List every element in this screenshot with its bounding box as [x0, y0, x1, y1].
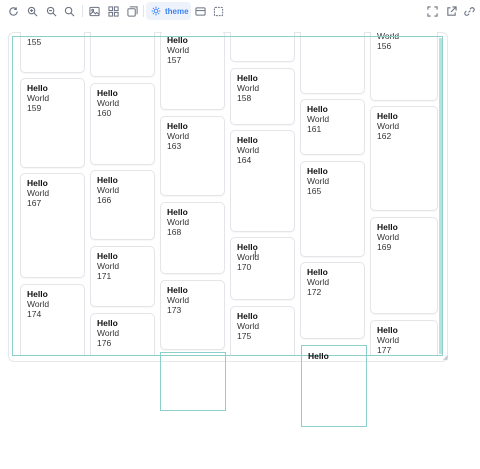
sun-icon	[151, 6, 161, 16]
card-number: 159	[27, 103, 42, 113]
masonry-card[interactable]: Hello World 158	[230, 68, 295, 125]
masonry-card[interactable]: Hello World 173	[160, 280, 225, 350]
card-number: 175	[237, 331, 252, 341]
masonry-card[interactable]: Hello World 170	[230, 237, 295, 300]
masonry-card[interactable]: Hello World 169	[370, 217, 438, 314]
toolbar-divider	[143, 5, 144, 17]
card-number: 162	[377, 131, 392, 141]
masonry-card[interactable]: Hello World 161	[300, 99, 365, 155]
masonry-card[interactable]: Hello World 166	[90, 170, 155, 240]
masonry-card[interactable]: Hello World 168	[160, 202, 225, 274]
masonry-card[interactable]: Hello World 171	[90, 246, 155, 307]
card-number: 165	[307, 186, 322, 196]
theme-label: theme	[165, 6, 189, 16]
card-number: 166	[97, 195, 112, 205]
card-number: 174	[27, 309, 42, 319]
masonry-card[interactable]: Hello World 175	[230, 306, 295, 356]
card-number: 169	[377, 242, 392, 252]
zoom-out-icon[interactable]	[44, 4, 58, 18]
panel-icon[interactable]	[193, 4, 207, 18]
masonry-viewport[interactable]: 155 Hello World 159 Hello World 167 Hell…	[19, 32, 443, 356]
masonry-card[interactable]: Hello World 164	[230, 130, 295, 232]
card-number: 171	[97, 271, 112, 281]
masonry-card[interactable]: Hello World 157	[160, 32, 225, 110]
card-number: 161	[307, 124, 322, 134]
layers-icon[interactable]	[125, 4, 139, 18]
masonry-card[interactable]: Hello World 167	[20, 173, 85, 278]
theme-button[interactable]: theme	[146, 2, 191, 20]
masonry-card[interactable]: 155	[20, 32, 85, 73]
refresh-icon[interactable]	[6, 4, 20, 18]
open-external-icon[interactable]	[444, 4, 458, 18]
card-number: 157	[167, 55, 182, 65]
masonry-card[interactable]	[230, 32, 295, 62]
text-cursor-icon: I	[254, 249, 257, 259]
masonry-card[interactable]: Hello World 177	[370, 320, 438, 356]
masonry-card[interactable]: Hello World 176	[90, 313, 155, 356]
masonry-card[interactable]: World 156	[370, 32, 438, 101]
card-number: 173	[167, 305, 182, 315]
masonry-card[interactable]: Hello World 172	[300, 262, 365, 339]
masonry-card[interactable]: Hello World 159	[20, 78, 85, 168]
zoom-reset-icon[interactable]	[62, 4, 76, 18]
card-number: 164	[237, 155, 252, 165]
card-number: 167	[27, 198, 42, 208]
masonry-card[interactable]: Hello World 160	[90, 83, 155, 165]
card-number: 168	[167, 227, 182, 237]
card-number: 158	[237, 93, 252, 103]
masonry-card[interactable]: Hello World 165	[300, 161, 365, 257]
card-number: 177	[377, 345, 392, 355]
box-icon[interactable]	[211, 4, 225, 18]
overflow-card-title: Hello	[308, 351, 329, 361]
card-number: 160	[97, 108, 112, 118]
zoom-in-icon[interactable]	[25, 4, 39, 18]
card-number: 156	[377, 41, 392, 51]
toolbar: theme	[0, 0, 480, 22]
masonry-card[interactable]: Hello World 162	[370, 106, 438, 211]
image-icon[interactable]	[87, 4, 101, 18]
masonry-card[interactable]	[90, 32, 155, 77]
card-number: 176	[97, 338, 112, 348]
card-number: 155	[27, 37, 42, 47]
link-icon[interactable]	[462, 4, 476, 18]
overflow-placeholder	[160, 352, 226, 411]
card-number: 172	[307, 287, 322, 297]
fullscreen-icon[interactable]	[425, 4, 439, 18]
card-number: 170	[237, 262, 252, 272]
resize-handle-icon[interactable]: ◢	[443, 355, 448, 361]
grid-icon[interactable]	[106, 4, 120, 18]
masonry-card[interactable]	[300, 32, 365, 94]
toolbar-divider	[82, 5, 83, 17]
masonry-card[interactable]: Hello World 163	[160, 116, 225, 196]
masonry-card[interactable]: Hello World 174	[20, 284, 85, 356]
card-number: 163	[167, 141, 182, 151]
